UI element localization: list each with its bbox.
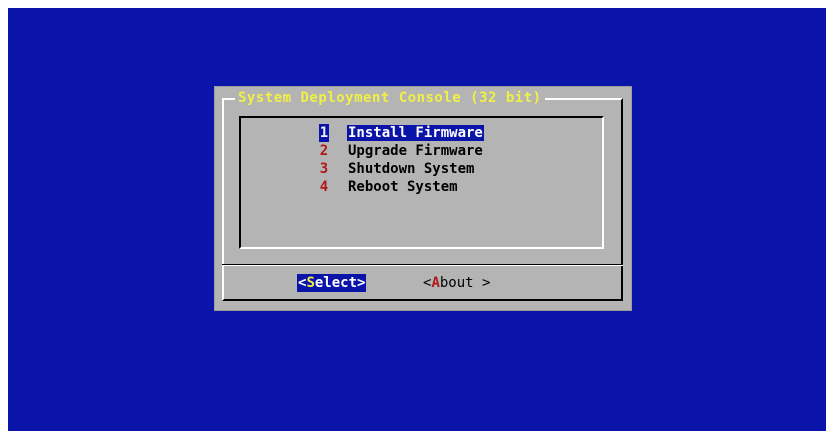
about-button-hotkey: A <box>431 275 440 291</box>
menu-item-label: Install Firmware <box>347 125 484 141</box>
menu-item-label: Shutdown System <box>348 161 475 177</box>
menu-item-install-firmware[interactable]: 1 Install Firmware <box>319 124 484 142</box>
menu-item-key: 4 <box>319 179 329 195</box>
menu-item-key: 1 <box>319 124 329 142</box>
menu-dialog: System Deployment Console (32 bit) 1 Inst… <box>215 87 631 310</box>
select-button-label: elect <box>314 275 358 291</box>
about-button-close-bracket: > <box>473 275 491 291</box>
about-button-label: bout <box>439 275 474 291</box>
button-bar-separator <box>222 264 623 266</box>
menu-item-key: 3 <box>319 161 329 177</box>
desktop-background: System Deployment Console (32 bit) 1 Inst… <box>8 8 826 431</box>
menu-item-upgrade-firmware[interactable]: 2 Upgrade Firmware <box>319 142 484 160</box>
select-button-hotkey: S <box>306 275 315 291</box>
select-button[interactable]: <Select> <box>297 274 367 292</box>
menu-item-label: Upgrade Firmware <box>348 143 483 159</box>
menu-list: 1 Install Firmware 2 Upgrade Firmware 3 Shu… <box>239 116 604 249</box>
about-button[interactable]: <About > <box>423 274 490 292</box>
menu-item-key: 2 <box>319 143 329 159</box>
dialog-title: System Deployment Console (32 bit) <box>235 88 545 108</box>
menu-item-label: Reboot System <box>348 179 458 195</box>
menu-item-shutdown-system[interactable]: 3 Shutdown System <box>319 160 475 178</box>
menu-item-reboot-system[interactable]: 4 Reboot System <box>319 178 459 196</box>
select-button-close-bracket: > <box>357 275 366 291</box>
